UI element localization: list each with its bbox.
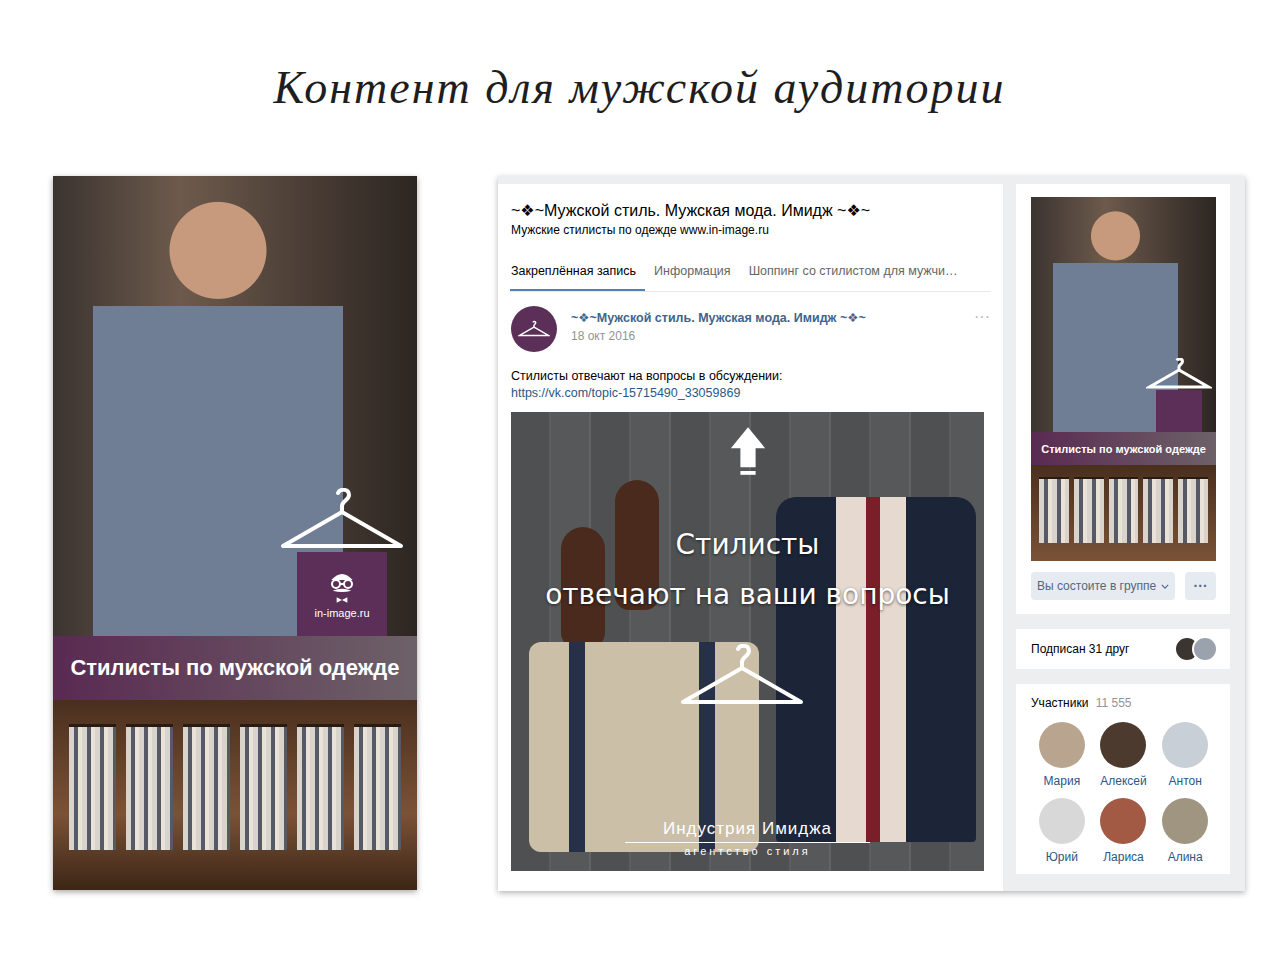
member-avatar [1039,722,1085,768]
tab[interactable]: Закреплённая запись [510,252,645,291]
members-count: 11 555 [1096,696,1132,710]
member[interactable]: Антон [1154,722,1216,788]
post-image[interactable]: Стилистыотвечают на ваши вопросы Индустри… [511,412,984,871]
tab[interactable]: Информация [653,252,740,291]
member-avatar [1100,722,1146,768]
slide-content: in-image.ru Стилисты по мужской одежде ~❖~… [0,176,1279,891]
cover-photo [1031,197,1216,432]
main-column: ~❖~Мужской стиль. Мужская мода. Имидж ~❖… [498,184,1003,891]
member-name: Антон [1169,774,1202,788]
logo-site: in-image.ru [314,607,369,619]
brand-subtitle: агентство стиля [625,845,870,857]
post-date: 18 окт 2016 [571,329,960,343]
image-headline: Стилистыотвечают на ваши вопросы [511,520,984,620]
tabs: Закреплённая записьИнформацияШоппинг со … [510,252,991,292]
wardrobe-photo [53,700,417,890]
hanger-icon [277,488,407,552]
member-avatar [1162,722,1208,768]
vk-group-screenshot: ~❖~Мужской стиль. Мужская мода. Имидж ~❖… [498,176,1245,891]
clothes-rack [1039,477,1069,543]
member[interactable]: Алексей [1093,722,1155,788]
hanger-icon [518,320,550,338]
group-cover[interactable]: Стилисты по мужской одежде [1031,197,1216,561]
slide: Контент для мужской аудитории in-image.ru… [0,0,1279,958]
membership-button[interactable]: Вы состоите в группе [1031,572,1175,600]
post-header: ~❖~Мужской стиль. Мужская мода. Имидж ~❖… [511,306,990,352]
poster-caption: Стилисты по мужской одежде [53,636,417,700]
clothes-rack [69,724,116,850]
logo-box [1156,390,1202,432]
more-button[interactable]: ··· [1185,572,1216,600]
poster: in-image.ru Стилисты по мужской одежде [53,176,417,890]
member-avatar [1039,798,1085,844]
brand-name: Индустрия Имиджа [625,819,870,843]
poster-photo: in-image.ru [53,176,417,636]
clothes-rack [126,724,173,850]
group-header: ~❖~Мужской стиль. Мужская мода. Имидж ~❖… [498,184,1003,238]
member[interactable]: Алина [1154,798,1216,864]
clothes-rack [1074,477,1104,543]
post-link[interactable]: https://vk.com/topic-15715490_33059869 [511,385,990,402]
logo [1146,358,1212,432]
member[interactable]: Мария [1031,722,1093,788]
wardrobe-photo [1031,465,1216,561]
group-title: ~❖~Мужской стиль. Мужская мода. Имидж ~❖… [511,200,990,222]
members-card: Участники 11 555 Мария Алексей Антон Юрий Лар… [1016,684,1230,874]
hanger-icon [677,644,807,708]
logo-box: in-image.ru [297,552,387,636]
slide-title: Контент для мужской аудитории [0,48,1279,128]
clothes-rack [1143,477,1173,543]
group-avatar[interactable] [511,306,557,352]
image-brand: Индустрия Имиджа агентство стиля [625,819,870,857]
clothes-rack [183,724,230,850]
member-avatar [1100,798,1146,844]
group-status: Мужские стилисты по одежде www.in-image.… [511,222,990,238]
cover-card: Стилисты по мужской одежде Вы состоите в … [1016,184,1230,614]
member[interactable]: Лариса [1093,798,1155,864]
friend-avatars [1174,636,1218,662]
post-author[interactable]: ~❖~Мужской стиль. Мужская мода. Имидж ~❖… [571,310,960,325]
clothes-rack [1178,477,1208,543]
clothes-rack [354,724,401,850]
arrow-up-icon [729,424,767,480]
members-grid: Мария Алексей Антон Юрий Лариса Алина [1031,722,1216,864]
member[interactable]: Юрий [1031,798,1093,864]
post-text: Стилисты отвечают на вопросы в обсуждени… [511,368,990,385]
member-avatar [1162,798,1208,844]
clothes-rack [297,724,344,850]
chevron-down-icon [1161,584,1169,589]
headline-line: Стилисты [511,520,984,570]
tab[interactable]: Шоппинг со стилистом для мужчи… [748,252,967,291]
clothes-rack [240,724,287,850]
post-meta: ~❖~Мужской стиль. Мужская мода. Имидж ~❖… [571,306,960,343]
member-name: Алексей [1100,774,1146,788]
button-row: Вы состоите в группе ··· [1031,572,1216,600]
logo: in-image.ru [277,488,407,636]
friends-label: Подписан 31 друг [1031,642,1129,656]
stylist-face-icon [322,569,362,603]
headline-line: отвечают на ваши вопросы [511,570,984,620]
friends-card[interactable]: Подписан 31 друг [1016,629,1230,669]
member-name: Алина [1168,850,1203,864]
members-title[interactable]: Участники 11 555 [1031,696,1216,710]
cover-caption: Стилисты по мужской одежде [1031,432,1216,465]
sidebar: Стилисты по мужской одежде Вы состоите в … [1016,184,1230,891]
member-name: Мария [1043,774,1080,788]
post: ~❖~Мужской стиль. Мужская мода. Имидж ~❖… [498,292,1003,871]
member-name: Юрий [1046,850,1078,864]
friend-avatar [1192,636,1218,662]
hanger-icon [1146,358,1212,390]
post-menu[interactable]: ··· [974,306,990,326]
clothes-rack [1109,477,1139,543]
member-name: Лариса [1103,850,1144,864]
